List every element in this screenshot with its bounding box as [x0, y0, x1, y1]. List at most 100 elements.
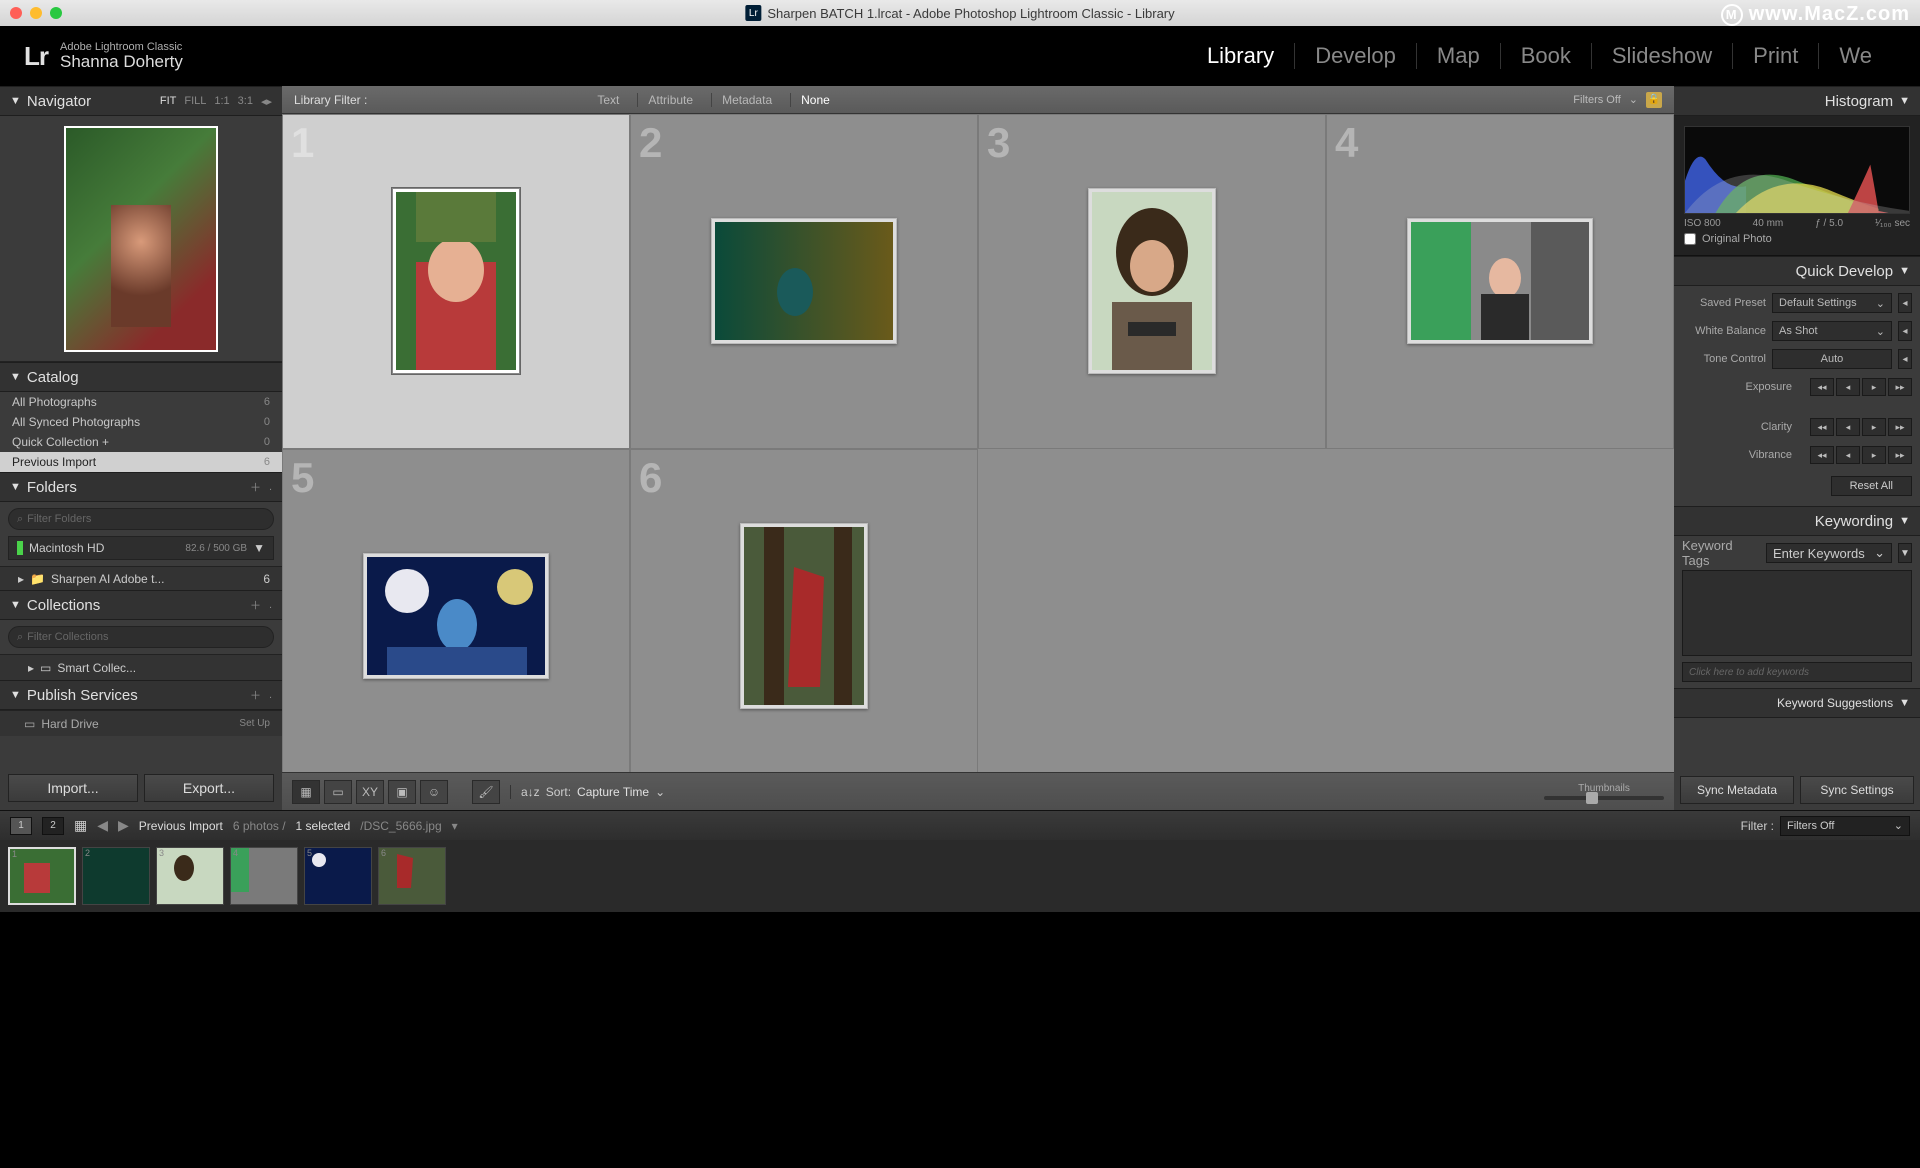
- zoom-1-1[interactable]: 1:1: [214, 95, 229, 107]
- module-library[interactable]: Library: [1187, 43, 1295, 69]
- auto-tone-button[interactable]: Auto: [1772, 349, 1892, 369]
- context-name[interactable]: Previous Import: [139, 819, 223, 833]
- filter-text[interactable]: Text: [587, 93, 623, 107]
- filmstrip-cell[interactable]: 2: [82, 847, 150, 905]
- keyword-suggestions-header[interactable]: Keyword Suggestions ▼: [1674, 688, 1920, 718]
- smart-collections-item[interactable]: ▸ ▭ Smart Collec...: [0, 654, 282, 680]
- collapse-icon[interactable]: ◂: [1898, 293, 1912, 313]
- keyword-textarea[interactable]: [1682, 570, 1912, 656]
- module-slideshow[interactable]: Slideshow: [1592, 43, 1733, 69]
- sort-direction-icon[interactable]: a↓z: [521, 785, 540, 799]
- catalog-previous-import[interactable]: Previous Import6: [0, 452, 282, 472]
- step-double-right-icon[interactable]: ▸▸: [1888, 378, 1912, 396]
- collapse-icon[interactable]: ◂: [1898, 321, 1912, 341]
- disk-row[interactable]: Macintosh HD 82.6 / 500 GB▼: [8, 536, 274, 560]
- histogram-graph[interactable]: [1684, 126, 1910, 214]
- module-develop[interactable]: Develop: [1295, 43, 1417, 69]
- zoom-3-1[interactable]: 3:1: [238, 95, 253, 107]
- keyword-tags-mode-select[interactable]: Enter Keywords⌄: [1766, 543, 1892, 563]
- forward-arrow-icon[interactable]: ▶: [118, 817, 129, 834]
- saved-preset-select[interactable]: Default Settings⌄: [1772, 293, 1892, 313]
- grid-view-button[interactable]: ▦: [292, 780, 320, 804]
- publish-action[interactable]: Set Up: [239, 718, 270, 729]
- grid-cell[interactable]: 5: [282, 449, 630, 772]
- painter-tool-button[interactable]: 🖌: [472, 780, 500, 804]
- module-map[interactable]: Map: [1417, 43, 1501, 69]
- step-right-icon[interactable]: ▸: [1862, 378, 1886, 396]
- survey-view-button[interactable]: ▣: [388, 780, 416, 804]
- step-double-left-icon[interactable]: ◂◂: [1810, 446, 1834, 464]
- filmstrip-cell[interactable]: 1: [8, 847, 76, 905]
- catalog-header[interactable]: ▼ Catalog: [0, 362, 282, 392]
- module-web[interactable]: We: [1819, 43, 1892, 69]
- publish-menu-icon[interactable]: .: [269, 689, 272, 701]
- filmstrip[interactable]: 1 2 3 4 5 6: [0, 840, 1920, 912]
- add-folder-icon[interactable]: ＋: [250, 479, 261, 495]
- close-window-icon[interactable]: [10, 7, 22, 19]
- add-collection-icon[interactable]: ＋: [250, 597, 261, 613]
- step-left-icon[interactable]: ◂: [1836, 446, 1860, 464]
- navigator-header[interactable]: ▼ Navigator FIT FILL 1:1 3:1 ◂▸: [0, 86, 282, 116]
- step-left-icon[interactable]: ◂: [1836, 378, 1860, 396]
- sort-value[interactable]: Capture Time: [577, 785, 649, 799]
- grid-cell[interactable]: 2: [630, 114, 978, 449]
- lock-icon[interactable]: 🔒: [1646, 92, 1662, 108]
- collapse-icon[interactable]: ▼: [1898, 543, 1912, 563]
- grid-cell[interactable]: 6: [630, 449, 978, 772]
- reset-all-button[interactable]: Reset All: [1831, 476, 1912, 496]
- people-view-button[interactable]: ☺: [420, 780, 448, 804]
- grid-cell[interactable]: 1: [282, 114, 630, 449]
- catalog-all-photographs[interactable]: All Photographs6: [0, 392, 282, 412]
- filmstrip-cell[interactable]: 5: [304, 847, 372, 905]
- context-menu-icon[interactable]: ▾: [452, 819, 458, 833]
- collections-filter-input[interactable]: ⌕ Filter Collections: [8, 626, 274, 648]
- compare-view-button[interactable]: XY: [356, 780, 384, 804]
- module-book[interactable]: Book: [1501, 43, 1592, 69]
- filmstrip-cell[interactable]: 3: [156, 847, 224, 905]
- quick-develop-header[interactable]: Quick Develop ▼: [1674, 256, 1920, 286]
- folders-header[interactable]: ▼ Folders ＋.: [0, 472, 282, 502]
- grid-view-icon[interactable]: ▦: [74, 817, 87, 834]
- grid-scroll[interactable]: 1 2 3 4 5: [282, 114, 1674, 772]
- step-double-left-icon[interactable]: ◂◂: [1810, 418, 1834, 436]
- grid-cell[interactable]: 3: [978, 114, 1326, 449]
- filter-metadata[interactable]: Metadata: [711, 93, 776, 107]
- step-left-icon[interactable]: ◂: [1836, 418, 1860, 436]
- zoom-menu-icon[interactable]: ◂▸: [261, 95, 272, 108]
- collapse-icon[interactable]: ◂: [1898, 349, 1912, 369]
- minimize-window-icon[interactable]: [30, 7, 42, 19]
- back-arrow-icon[interactable]: ◀: [97, 817, 108, 834]
- fullscreen-window-icon[interactable]: [50, 7, 62, 19]
- histogram-header[interactable]: Histogram ▼: [1674, 86, 1920, 116]
- filter-attribute[interactable]: Attribute: [637, 93, 697, 107]
- secondary-monitor-button[interactable]: 2: [42, 817, 64, 835]
- sort-menu-icon[interactable]: ⌄: [655, 785, 665, 799]
- zoom-fill[interactable]: FILL: [184, 95, 206, 107]
- folder-item[interactable]: ▸📁Sharpen AI Adobe t... 6: [0, 566, 282, 590]
- module-print[interactable]: Print: [1733, 43, 1819, 69]
- add-keyword-input[interactable]: Click here to add keywords: [1682, 662, 1912, 682]
- keywording-header[interactable]: Keywording ▼: [1674, 506, 1920, 536]
- white-balance-select[interactable]: As Shot⌄: [1772, 321, 1892, 341]
- filter-none[interactable]: None: [790, 93, 834, 107]
- step-right-icon[interactable]: ▸: [1862, 418, 1886, 436]
- filters-status[interactable]: Filters Off: [1573, 94, 1620, 106]
- folders-filter-input[interactable]: ⌕ Filter Folders: [8, 508, 274, 530]
- filter-dropdown[interactable]: Filters Off⌄: [1780, 816, 1910, 836]
- export-button[interactable]: Export...: [144, 774, 274, 802]
- publish-header[interactable]: ▼ Publish Services ＋.: [0, 680, 282, 710]
- grid-cell[interactable]: 4: [1326, 114, 1674, 449]
- slider-thumb-icon[interactable]: [1586, 792, 1598, 804]
- collections-header[interactable]: ▼ Collections ＋.: [0, 590, 282, 620]
- step-double-left-icon[interactable]: ◂◂: [1810, 378, 1834, 396]
- step-double-right-icon[interactable]: ▸▸: [1888, 446, 1912, 464]
- sync-settings-button[interactable]: Sync Settings: [1800, 776, 1914, 804]
- loupe-view-button[interactable]: ▭: [324, 780, 352, 804]
- navigator-preview[interactable]: [0, 116, 282, 362]
- add-publish-icon[interactable]: ＋: [250, 687, 261, 703]
- original-photo-checkbox[interactable]: [1684, 233, 1696, 245]
- zoom-fit[interactable]: FIT: [160, 95, 177, 107]
- catalog-all-synced[interactable]: All Synced Photographs0: [0, 412, 282, 432]
- filter-preset-menu-icon[interactable]: ⌄: [1629, 93, 1638, 106]
- import-button[interactable]: Import...: [8, 774, 138, 802]
